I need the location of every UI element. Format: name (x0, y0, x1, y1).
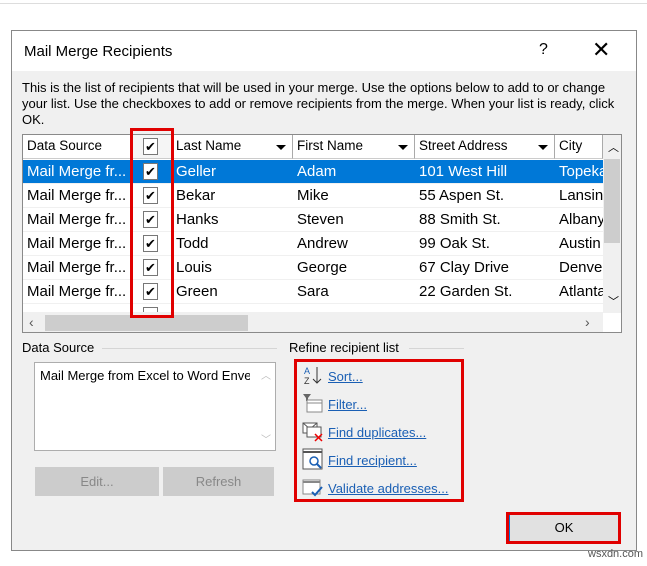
table-cell: Mail Merge fr... (27, 259, 127, 276)
table-row[interactable]: Mail Merge fr... ✔ Todd Andrew 99 Oak St. Aus… (23, 232, 603, 256)
table-row[interactable]: Mail Merge fr... ✔ Bekar Mike 55 Aspen St. La… (23, 184, 603, 208)
data-source-label: Data Source (22, 340, 95, 355)
table-cell: Mail Merge fr... (27, 163, 127, 180)
table-cell: Geller (176, 163, 217, 180)
table-cell: Green (176, 283, 218, 300)
table-cell: Adam (297, 163, 337, 180)
table-cell: 22 Garden St. (419, 283, 513, 300)
scroll-down-icon[interactable]: ﹀ (261, 431, 271, 446)
table-row[interactable]: Mail Merge fr... ✔ Geller Adam 101 West Hill… (23, 160, 603, 184)
title-bar: Mail Merge Recipients ? ✕ (12, 31, 636, 71)
table-cell: Hanks (176, 211, 219, 228)
header-label: Last Name (176, 138, 242, 153)
data-source-list[interactable]: Mail Merge from Excel to Word Enve ︿ ﹀ (34, 362, 276, 451)
header-data-source[interactable]: Data Source (23, 135, 132, 159)
table-cell: George (297, 259, 348, 276)
recipients-table: Data Source ✔ Last Name First Name Stree… (22, 134, 622, 333)
divider (409, 348, 464, 349)
data-source-item[interactable]: Mail Merge from Excel to Word Enve (40, 368, 250, 383)
watermark: wsxdn.com (588, 548, 644, 560)
edit-button[interactable]: Edit... (35, 467, 159, 496)
table-cell: Austin (559, 235, 601, 252)
close-button[interactable]: ✕ (592, 37, 610, 63)
scroll-left-icon[interactable]: ‹ (29, 314, 34, 330)
refresh-button[interactable]: Refresh (163, 467, 274, 496)
header-last-name[interactable]: Last Name (172, 135, 293, 159)
refine-links-highlight (294, 359, 464, 502)
ok-button-highlight (506, 512, 621, 544)
table-cell: Mike (297, 187, 329, 204)
table-cell: Topeka (559, 163, 603, 180)
dropdown-arrow-icon[interactable] (538, 145, 548, 150)
table-row[interactable]: Mail Merge fr... ✔ Green Sara 22 Garden St. A… (23, 280, 603, 304)
table-cell: 88 Smith St. (419, 211, 501, 228)
table-cell: 55 Aspen St. (419, 187, 505, 204)
table-row[interactable]: Mail Merge fr... ✔ Louis George 67 Clay Driv… (23, 256, 603, 280)
table-cell: Todd (176, 235, 209, 252)
scroll-up-icon[interactable]: ︿ (261, 367, 271, 382)
divider (102, 348, 277, 349)
header-label: City (559, 138, 583, 153)
description-text: This is the list of recipients that will… (22, 80, 615, 127)
dropdown-arrow-icon[interactable] (276, 145, 286, 150)
table-cell: Denver (559, 259, 603, 276)
partial-table-row[interactable] (23, 304, 603, 313)
scroll-right-icon[interactable]: › (585, 314, 590, 330)
table-cell: Louis (176, 259, 212, 276)
refine-label: Refine recipient list (289, 340, 399, 355)
header-city[interactable]: City (555, 135, 603, 159)
dropdown-arrow-icon[interactable] (398, 145, 408, 150)
table-cell: Andrew (297, 235, 348, 252)
horizontal-scrollbar[interactable]: ‹ › (23, 313, 603, 332)
table-cell: Albany (559, 211, 603, 228)
scrollbar-thumb[interactable] (604, 159, 620, 243)
table-cell: 67 Clay Drive (419, 259, 510, 276)
table-cell: Sara (297, 283, 329, 300)
header-label: Street Address (419, 138, 508, 153)
table-cell: 101 West Hill (419, 163, 508, 180)
mail-merge-recipients-dialog: Mail Merge Recipients ? ✕ This is the li… (11, 30, 637, 551)
help-button[interactable]: ? (539, 41, 548, 59)
table-cell: Mail Merge fr... (27, 235, 127, 252)
dialog-title: Mail Merge Recipients (24, 43, 173, 60)
scroll-up-icon[interactable]: ︿ (608, 139, 619, 155)
vertical-scrollbar[interactable]: ︿ ﹀ (603, 135, 621, 313)
header-first-name[interactable]: First Name (293, 135, 415, 159)
table-cell: Mail Merge fr... (27, 283, 127, 300)
table-cell: Bekar (176, 187, 216, 204)
table-cell: Steven (297, 211, 344, 228)
table-cell: Atlanta (559, 283, 603, 300)
checkbox-column-highlight (130, 128, 174, 318)
table-cell: Lansing (559, 187, 603, 204)
table-cell: Mail Merge fr... (27, 187, 127, 204)
table-cell: 99 Oak St. (419, 235, 490, 252)
table-cell: Mail Merge fr... (27, 211, 127, 228)
top-divider (0, 3, 647, 4)
header-label: First Name (297, 138, 364, 153)
table-row[interactable]: Mail Merge fr... ✔ Hanks Steven 88 Smith St.… (23, 208, 603, 232)
header-street-address[interactable]: Street Address (415, 135, 555, 159)
header-label: Data Source (27, 138, 103, 153)
scroll-down-icon[interactable]: ﹀ (608, 293, 619, 309)
